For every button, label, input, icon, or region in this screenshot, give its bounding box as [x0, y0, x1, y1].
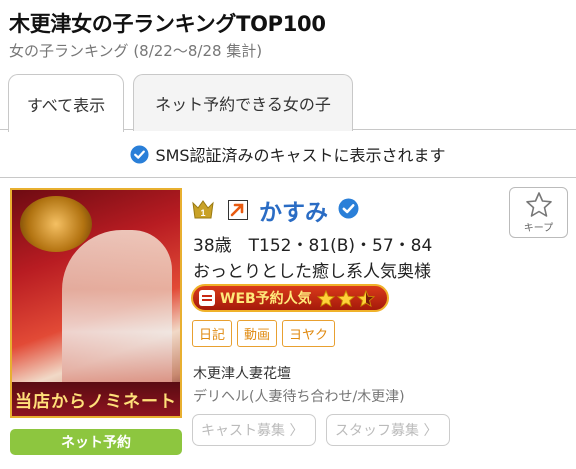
- star-full-icon: [316, 289, 335, 307]
- tag-diary[interactable]: 日記: [192, 320, 233, 347]
- shop-name[interactable]: 木更津人妻花壇: [193, 363, 291, 383]
- keep-button[interactable]: キープ: [509, 187, 568, 238]
- net-reserve-button[interactable]: ネット予約: [10, 429, 182, 455]
- shop-type: デリヘル(人妻待ち合わせ/木更津): [193, 389, 405, 405]
- sms-notice: SMS認証済みのキャストに表示されます: [0, 131, 576, 178]
- star-full-icon: [336, 289, 355, 307]
- tab-all[interactable]: すべて表示: [8, 74, 124, 132]
- staff-recruit-button[interactable]: スタッフ募集 〉: [326, 414, 450, 446]
- rank-up-arrow-icon: [228, 200, 248, 220]
- page-subtitle: 女の子ランキング (8/22〜8/28 集計): [9, 42, 263, 60]
- web-popularity-badge: WEB予約人気: [191, 284, 389, 312]
- rank-number: 1: [200, 208, 205, 218]
- cast-photo[interactable]: 当店からノミネート: [10, 188, 182, 418]
- cast-recruit-button[interactable]: キャスト募集 〉: [192, 414, 316, 446]
- cast-figure: [62, 230, 172, 400]
- cast-tags: 日記 動画 ヨヤク: [192, 320, 336, 347]
- page-title: 木更津女の子ランキングTOP100: [9, 12, 326, 36]
- verified-check-icon: [338, 198, 359, 219]
- rank-crown-icon: 1: [192, 200, 214, 219]
- tab-net-reservation[interactable]: ネット予約できる女の子: [133, 74, 353, 131]
- rating-stars: [316, 289, 375, 307]
- sms-notice-text: SMS認証済みのキャストに表示されます: [155, 146, 446, 165]
- all-star-emblem-icon: [20, 196, 92, 252]
- star-half-icon: [356, 289, 375, 307]
- tab-bar: すべて表示 ネット予約できる女の子: [0, 72, 576, 132]
- calendar-icon: [199, 290, 215, 306]
- cast-name[interactable]: かすみ: [259, 193, 328, 227]
- web-badge-label: WEB予約人気: [220, 291, 312, 307]
- star-outline-icon: [525, 192, 552, 217]
- verified-check-icon: [130, 144, 149, 164]
- tag-video[interactable]: 動画: [237, 320, 278, 347]
- keep-label: キープ: [523, 223, 554, 234]
- cast-catchphrase: おっとりとした癒し系人気奥様: [193, 262, 431, 282]
- tag-reserve[interactable]: ヨヤク: [282, 320, 336, 347]
- photo-banner: 当店からノミネート: [12, 382, 180, 416]
- cast-stats: 38歳 T152・81(B)・57・84: [193, 236, 433, 256]
